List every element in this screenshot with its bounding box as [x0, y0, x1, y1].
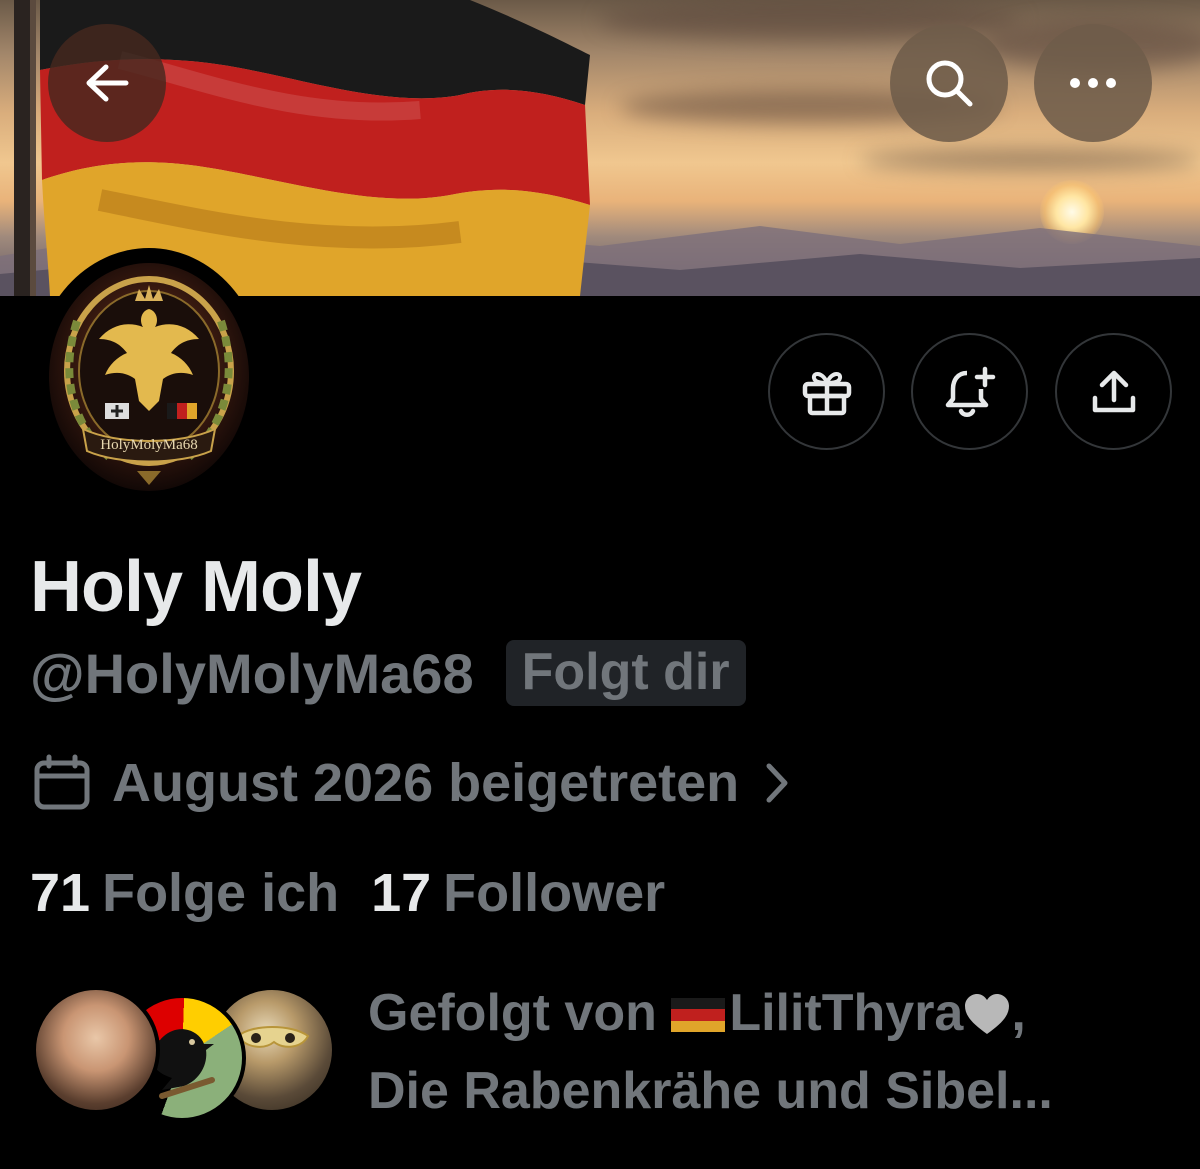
- more-options-button[interactable]: [1034, 24, 1152, 142]
- banner-cloud: [860, 150, 1200, 170]
- display-name: Holy Moly: [30, 547, 362, 627]
- eagle-crest-logo: HolyMolyMa68: [49, 263, 249, 491]
- following-stat[interactable]: 71 Folge ich: [30, 862, 339, 924]
- followers-stat[interactable]: 17 Follower: [371, 862, 665, 924]
- germany-flag-icon: [671, 998, 726, 1032]
- user-handle: @HolyMolyMa68: [30, 641, 474, 705]
- avatar-name-text: HolyMolyMa68: [100, 437, 198, 453]
- followed-by-text[interactable]: Gefolgt von LilitThyra, Die Rabenkrähe u…: [368, 974, 1178, 1130]
- share-upload-icon: [1092, 370, 1135, 412]
- followed-by-line2: Die Rabenkrähe und Sibel...: [368, 1062, 1053, 1120]
- chevron-right-icon: [766, 763, 788, 803]
- following-label: Folge ich: [102, 863, 340, 923]
- profile-avatar[interactable]: HolyMolyMa68: [34, 248, 264, 506]
- joined-date-row[interactable]: August 2026 beigetreten: [32, 752, 791, 814]
- follower-name-1: LilitThyra: [729, 984, 964, 1042]
- bell-plus-icon: [945, 366, 995, 417]
- search-icon: [926, 60, 973, 107]
- back-button[interactable]: [48, 24, 166, 142]
- gift-button[interactable]: [768, 333, 885, 450]
- search-button[interactable]: [890, 24, 1008, 142]
- more-horizontal-icon: [1070, 78, 1116, 88]
- followers-count: 17: [371, 863, 432, 923]
- follow-stats: 71 Folge ich 17 Follower: [30, 862, 665, 924]
- grey-heart-icon: [965, 994, 1010, 1034]
- following-count: 71: [30, 863, 91, 923]
- handle-row: @HolyMolyMa68 Folgt dir: [30, 640, 746, 706]
- followers-label: Follower: [443, 863, 666, 923]
- calendar-icon: [34, 754, 90, 810]
- joined-date-text: August 2026 beigetreten: [112, 753, 740, 813]
- gift-icon: [802, 371, 851, 415]
- followed-by-separator: ,: [1011, 984, 1026, 1042]
- notify-button[interactable]: [911, 333, 1028, 450]
- follower-avatar[interactable]: [32, 986, 160, 1114]
- share-button[interactable]: [1055, 333, 1172, 450]
- follows-you-badge: Folgt dir: [505, 640, 746, 706]
- arrow-left-icon: [86, 64, 129, 102]
- followed-by-prefix: Gefolgt von: [368, 984, 672, 1042]
- profile-banner[interactable]: [0, 0, 1200, 296]
